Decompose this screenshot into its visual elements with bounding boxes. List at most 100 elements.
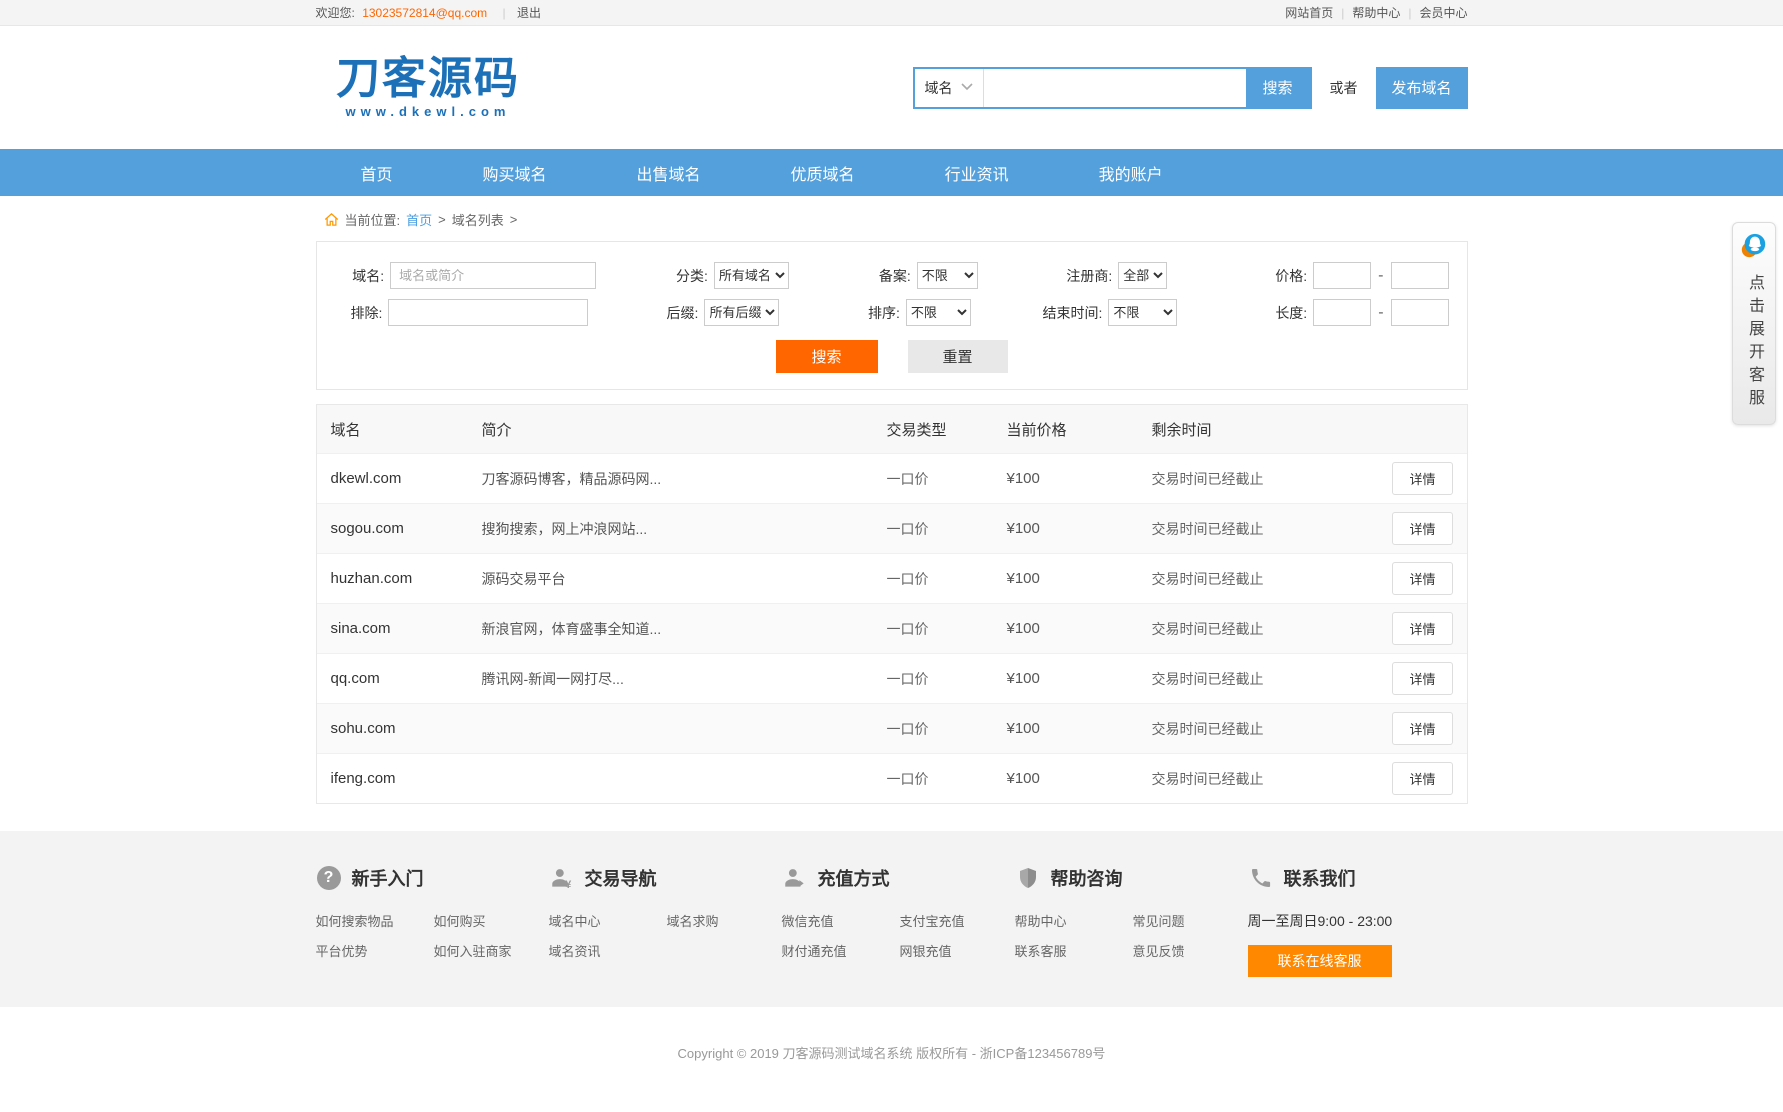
nav-item-sell-domain[interactable]: 出售域名 [592, 149, 746, 196]
detail-button[interactable]: 详情 [1392, 762, 1452, 795]
trade-type: 一口价 [887, 619, 1007, 639]
domain-desc: 搜狗搜索，网上冲浪网站... [482, 519, 887, 539]
home-icon [324, 212, 339, 227]
nav-item-premium-domain[interactable]: 优质域名 [746, 149, 900, 196]
filter-exclude-label: 排除: [335, 303, 383, 323]
breadcrumb: 当前位置: 首页 > 域名列表 > [316, 196, 1468, 237]
filter-price-max-input[interactable] [1391, 262, 1449, 289]
footer-link[interactable]: 常见问题 [1133, 911, 1251, 930]
footer-link[interactable]: 意见反馈 [1133, 941, 1251, 960]
domain-desc: 刀客源码博客，精品源码网... [482, 469, 887, 489]
footer-col-help: 帮助咨询 帮助中心 常见问题 联系客服 意见反馈 [1015, 865, 1248, 977]
topbar-link-help[interactable]: 帮助中心 [1352, 4, 1400, 21]
main-nav: 首页 购买域名 出售域名 优质域名 行业资讯 我的账户 [0, 149, 1783, 196]
filter-registrar-select[interactable]: 全部 [1118, 262, 1167, 289]
current-price: ¥100 [1007, 720, 1152, 737]
filter-price-label: 价格: [1263, 266, 1307, 286]
detail-button[interactable]: 详情 [1392, 562, 1452, 595]
col-header-remain: 剩余时间 [1152, 419, 1387, 440]
copyright: Copyright © 2019 刀客源码测试域名系统 版权所有 - 浙ICP备… [0, 1007, 1783, 1112]
footer-link[interactable]: 联系客服 [1015, 941, 1133, 960]
filter-category-select[interactable]: 所有域名 [714, 262, 789, 289]
table-row: qq.com 腾讯网-新闻一网打尽... 一口价 ¥100 交易时间已经截止 详… [317, 653, 1467, 703]
filter-domain-label: 域名: [335, 266, 385, 286]
welcome-label: 欢迎您: [316, 6, 355, 20]
remain-time: 交易时间已经截止 [1152, 669, 1387, 689]
search-category-select[interactable]: 域名 [915, 69, 984, 107]
detail-button[interactable]: 详情 [1392, 512, 1452, 545]
search-input[interactable] [984, 69, 1246, 107]
topbar: 欢迎您: 13023572814@qq.com | 退出 网站首页 | 帮助中心… [0, 0, 1783, 26]
divider: | [1341, 6, 1344, 20]
filter-domain-input[interactable] [390, 262, 596, 289]
shield-icon [1015, 865, 1041, 891]
search-button[interactable]: 搜索 [1246, 69, 1310, 107]
footer-link[interactable]: 网银充值 [900, 941, 1018, 960]
nav-item-my-account[interactable]: 我的账户 [1054, 149, 1208, 196]
footer-link[interactable]: 域名资讯 [549, 941, 667, 960]
col-header-type: 交易类型 [887, 419, 1007, 440]
footer-col-title: 充值方式 [818, 865, 890, 891]
logout-link[interactable]: 退出 [517, 6, 541, 20]
logo-subtitle: www.dkewl.com [346, 104, 511, 119]
filter-exclude-input[interactable] [388, 299, 588, 326]
table-row: sogou.com 搜狗搜索，网上冲浪网站... 一口价 ¥100 交易时间已经… [317, 503, 1467, 553]
filter-suffix-select[interactable]: 所有后缀 [704, 299, 779, 326]
filter-beian-select[interactable]: 不限 [917, 262, 978, 289]
chevron-down-icon [961, 82, 973, 94]
table-row: ifeng.com 一口价 ¥100 交易时间已经截止 详情 [317, 753, 1467, 803]
footer-col-beginner: ? 新手入门 如何搜索物品 如何购买 平台优势 如何入驻商家 [316, 865, 549, 977]
footer-link[interactable]: 微信充值 [782, 911, 900, 930]
footer-link[interactable]: 财付通充值 [782, 941, 900, 960]
footer-col-contact: 联系我们 周一至周日9:00 - 23:00 联系在线客服 [1248, 865, 1468, 977]
service-hours: 周一至周日9:00 - 23:00 [1248, 911, 1468, 931]
footer-link[interactable]: 域名中心 [549, 911, 667, 930]
table-row: sina.com 新浪官网，体育盛事全知道... 一口价 ¥100 交易时间已经… [317, 603, 1467, 653]
table-row: dkewl.com 刀客源码博客，精品源码网... 一口价 ¥100 交易时间已… [317, 453, 1467, 503]
filter-search-button[interactable]: 搜索 [776, 340, 878, 373]
col-header-domain: 域名 [317, 419, 482, 440]
footer-link[interactable]: 如何购买 [434, 911, 552, 930]
detail-button[interactable]: 详情 [1392, 462, 1452, 495]
footer-link[interactable]: 平台优势 [316, 941, 434, 960]
filter-reset-button[interactable]: 重置 [908, 340, 1008, 373]
detail-button[interactable]: 详情 [1392, 712, 1452, 745]
filter-length-max-input[interactable] [1391, 299, 1449, 326]
divider: | [502, 6, 505, 20]
breadcrumb-home-link[interactable]: 首页 [406, 210, 432, 229]
domain-name: sogou.com [317, 520, 482, 537]
filter-length-min-input[interactable] [1313, 299, 1371, 326]
footer-link[interactable]: 如何入驻商家 [434, 941, 552, 960]
publish-domain-button[interactable]: 发布域名 [1376, 67, 1468, 109]
nav-item-industry-news[interactable]: 行业资讯 [900, 149, 1054, 196]
table-row: huzhan.com 源码交易平台 一口价 ¥100 交易时间已经截止 详情 [317, 553, 1467, 603]
topbar-link-home[interactable]: 网站首页 [1285, 4, 1333, 21]
domain-name: sohu.com [317, 720, 482, 737]
topbar-link-member[interactable]: 会员中心 [1419, 4, 1467, 21]
range-separator: - [1378, 267, 1383, 285]
user-email-link[interactable]: 13023572814@qq.com [362, 6, 487, 20]
detail-button[interactable]: 详情 [1392, 662, 1452, 695]
current-price: ¥100 [1007, 670, 1152, 687]
footer-col-title: 新手入门 [352, 865, 424, 891]
table-header-row: 域名 简介 交易类型 当前价格 剩余时间 [317, 405, 1467, 453]
current-price: ¥100 [1007, 770, 1152, 787]
filter-price-min-input[interactable] [1313, 262, 1371, 289]
nav-item-home[interactable]: 首页 [316, 149, 438, 196]
contact-service-button[interactable]: 联系在线客服 [1248, 945, 1392, 977]
footer-link[interactable]: 如何搜索物品 [316, 911, 434, 930]
detail-button[interactable]: 详情 [1392, 612, 1452, 645]
current-price: ¥100 [1007, 620, 1152, 637]
footer-link[interactable]: 支付宝充值 [900, 911, 1018, 930]
customer-service-widget[interactable]: 点击展开客服 [1732, 222, 1776, 425]
filter-endtime-select[interactable]: 不限 [1108, 299, 1176, 326]
nav-item-buy-domain[interactable]: 购买域名 [438, 149, 592, 196]
footer-col-recharge: 充值方式 微信充值 支付宝充值 财付通充值 网银充值 [782, 865, 1015, 977]
remain-time: 交易时间已经截止 [1152, 569, 1387, 589]
footer-link[interactable]: 域名求购 [667, 911, 785, 930]
filter-sort-select[interactable]: 不限 [906, 299, 971, 326]
footer-link[interactable]: 帮助中心 [1015, 911, 1133, 930]
site-logo[interactable]: 刀客源码 www.dkewl.com [316, 56, 541, 119]
divider: | [1408, 6, 1411, 20]
range-separator: - [1378, 304, 1383, 322]
